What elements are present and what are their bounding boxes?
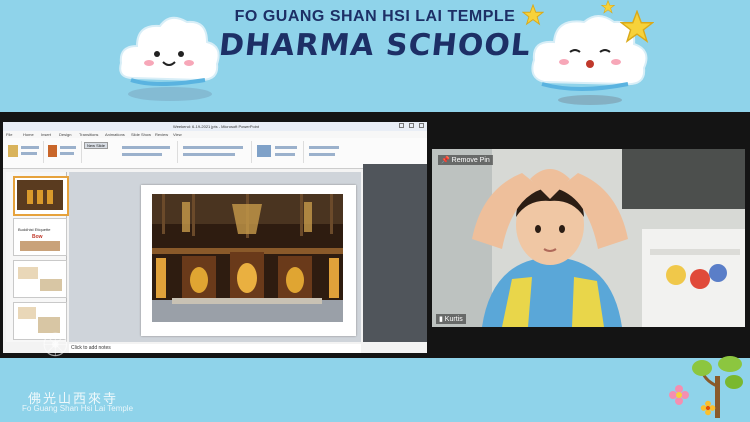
flower-icon	[700, 400, 716, 416]
tab-file[interactable]: File	[6, 132, 12, 137]
tab-view[interactable]: View	[173, 132, 182, 137]
footer-english-name: Fo Guang Shan Hsi Lai Temple	[22, 404, 134, 413]
tab-slide-show[interactable]: Slide Show	[131, 132, 151, 137]
slide-thumbnails-pane[interactable]: Buddhist Etiquette Bow	[6, 172, 69, 342]
thumbnail-2-subtitle: Bow	[32, 234, 43, 240]
minimize-icon[interactable]	[399, 123, 404, 128]
participant-video[interactable]: 📌 Remove Pin ▮ Kurtis	[432, 149, 745, 327]
ribbon-group-paragraph[interactable]	[179, 141, 252, 163]
side-panel	[363, 164, 427, 342]
banner: FO GUANG SHAN HSI LAI TEMPLE DHARMA SCHO…	[0, 0, 750, 112]
dharma-wheel-icon	[43, 332, 68, 357]
shared-powerpoint-window[interactable]: Weekend: 6-19-2021 jpts - Microsoft Powe…	[3, 122, 427, 353]
ppt-title-bar: Weekend: 6-19-2021 jpts - Microsoft Powe…	[3, 122, 427, 131]
star-icon	[600, 0, 616, 14]
tab-home[interactable]: Home	[23, 132, 34, 137]
temple-hall-photo	[152, 194, 343, 322]
ribbon-group-clipboard[interactable]	[5, 141, 44, 163]
video-frame	[432, 149, 745, 327]
tab-transitions[interactable]: Transitions	[79, 132, 98, 137]
maximize-icon[interactable]	[409, 123, 414, 128]
participant-name: Kurtis	[444, 316, 463, 323]
slide-thumbnail-1[interactable]	[13, 176, 69, 216]
tab-design[interactable]: Design	[59, 132, 71, 137]
slide-thumbnail-2[interactable]: Buddhist Etiquette Bow	[13, 218, 67, 256]
remove-pin-label: Remove Pin	[451, 157, 490, 164]
participant-name-tag: ▮ Kurtis	[436, 314, 466, 324]
thumbnail-2-title: Buddhist Etiquette	[18, 227, 51, 232]
star-icon	[620, 10, 654, 43]
slide-editing-area[interactable]	[69, 172, 361, 342]
ribbon-group-drawing[interactable]	[253, 141, 304, 163]
ribbon-group-slides[interactable]	[45, 141, 82, 163]
tab-insert[interactable]: Insert	[41, 132, 51, 137]
remove-pin-button[interactable]: 📌 Remove Pin	[438, 155, 493, 165]
flower-icon	[669, 385, 689, 405]
star-icon	[522, 4, 544, 26]
ribbon-group-font[interactable]	[119, 141, 178, 163]
ribbon-group-editing[interactable]	[305, 141, 353, 163]
tab-animations[interactable]: Animations	[105, 132, 125, 137]
current-slide[interactable]	[141, 185, 356, 336]
tab-review[interactable]: Review	[155, 132, 168, 137]
cloud-icon	[119, 16, 220, 101]
tree-icon	[692, 356, 743, 418]
ppt-ribbon-tabs: File Home Insert Design Transitions Anim…	[3, 131, 427, 138]
ribbon-tooltip: New Slide	[84, 142, 109, 149]
ppt-window-title: Weekend: 6-19-2021 jpts - Microsoft Powe…	[173, 124, 259, 129]
close-icon[interactable]	[419, 123, 424, 128]
slide-thumbnail-3[interactable]	[13, 260, 67, 298]
